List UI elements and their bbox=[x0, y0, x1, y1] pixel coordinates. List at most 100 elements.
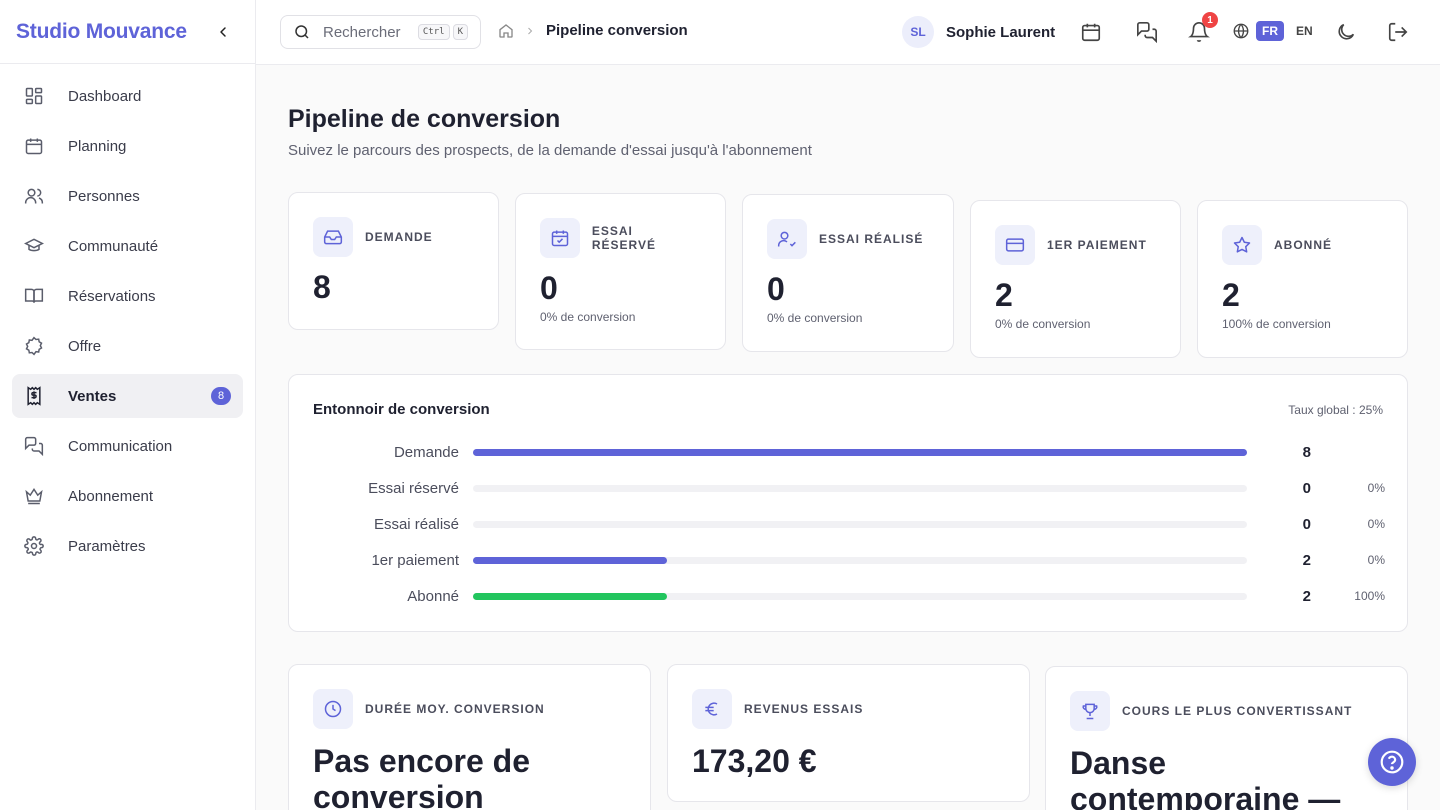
dashboard-icon bbox=[25, 87, 43, 105]
page-title: Pipeline de conversion bbox=[288, 105, 561, 133]
funnel-row-label: 1er paiement bbox=[371, 552, 459, 569]
kpi-subtext: 0% de conversion bbox=[540, 310, 636, 324]
funnel-row-percent: 0% bbox=[1367, 553, 1385, 567]
sidebar-nav: Dashboard Planning Personnes Communauté … bbox=[0, 64, 255, 584]
kpi-card-demande[interactable]: Demande 8 bbox=[288, 192, 499, 330]
stat-card-duree-conversion[interactable]: Durée moy. conversion Pas encore de conv… bbox=[288, 664, 651, 810]
notification-badge: 1 bbox=[1202, 12, 1218, 28]
funnel-bar-fill bbox=[473, 557, 667, 564]
funnel-row-label: Demande bbox=[393, 444, 459, 461]
user-name: Sophie Laurent bbox=[946, 23, 1056, 41]
funnel-row-label: Essai réservé bbox=[368, 480, 459, 497]
funnel-row-percent: 0% bbox=[1367, 517, 1385, 531]
sidebar-item-dashboard[interactable]: Dashboard bbox=[12, 74, 243, 118]
euro-icon bbox=[692, 689, 732, 729]
stat-card-revenus-essais[interactable]: Revenus essais 173,20 € bbox=[667, 664, 1030, 802]
topbar: Rechercher Ctrl K Pipeline conversion SL… bbox=[256, 0, 1440, 65]
kpi-subtext: 100% de conversion bbox=[1222, 317, 1331, 331]
kpi-label: 1er paiement bbox=[1047, 238, 1147, 252]
kpi-card-essai-realise[interactable]: Essai réalisé 0 0% de conversion bbox=[742, 194, 954, 352]
globe-icon bbox=[1233, 23, 1249, 39]
lang-fr-button[interactable]: FR bbox=[1256, 21, 1284, 41]
sidebar-item-communaute[interactable]: Communauté bbox=[12, 224, 243, 268]
sidebar-count-badge: 8 bbox=[211, 387, 231, 405]
funnel-bar-track bbox=[473, 521, 1247, 528]
badge-icon bbox=[25, 336, 43, 356]
chevron-left-icon bbox=[220, 26, 226, 37]
funnel-row-count: 2 bbox=[1302, 552, 1311, 569]
stat-value: Pas encore de conversion bbox=[313, 743, 530, 810]
funnel-row: Essai réalisé 0 0% bbox=[289, 515, 1409, 535]
funnel-row: Essai réservé 0 0% bbox=[289, 479, 1409, 499]
sidebar-item-ventes[interactable]: Ventes 8 bbox=[12, 374, 243, 418]
brand-name[interactable]: Studio Mouvance bbox=[16, 20, 187, 44]
main-content: Pipeline de conversion Suivez le parcour… bbox=[256, 65, 1440, 810]
kpi-subtext: 0% de conversion bbox=[767, 311, 863, 325]
moon-icon[interactable] bbox=[1335, 21, 1357, 43]
stat-card-cours-convertissant[interactable]: Cours le plus convertissant Danse contem… bbox=[1045, 666, 1408, 810]
funnel-row-count: 0 bbox=[1302, 480, 1311, 497]
clock-icon bbox=[313, 689, 353, 729]
sidebar-item-label: Planning bbox=[68, 137, 127, 155]
kpi-value: 0 bbox=[540, 270, 558, 306]
funnel-row: Demande 8 bbox=[289, 443, 1409, 463]
home-icon[interactable] bbox=[498, 23, 514, 39]
kpi-value: 2 bbox=[1222, 277, 1240, 313]
funnel-row-percent: 0% bbox=[1367, 481, 1385, 495]
graduation-cap-icon bbox=[24, 238, 44, 252]
stat-label: Durée moy. conversion bbox=[365, 702, 545, 716]
funnel-bar-track bbox=[473, 485, 1247, 492]
search-input[interactable]: Rechercher Ctrl K bbox=[280, 15, 481, 49]
sidebar-item-label: Abonnement bbox=[68, 487, 154, 505]
kpi-card-essai-reserve[interactable]: Essai réservé 0 0% de conversion bbox=[515, 193, 726, 350]
messages-icon[interactable] bbox=[1136, 21, 1158, 43]
kpi-label: Demande bbox=[365, 230, 433, 244]
funnel-global-rate: Taux global : 25% bbox=[1288, 403, 1383, 417]
sidebar-item-communication[interactable]: Communication bbox=[12, 424, 243, 468]
kpi-value: 8 bbox=[313, 269, 331, 305]
credit-card-icon bbox=[995, 225, 1035, 265]
crown-icon bbox=[25, 487, 43, 505]
kpi-label: Essai réservé bbox=[591, 224, 657, 252]
sidebar-item-parametres[interactable]: Paramètres bbox=[12, 524, 243, 568]
funnel-row-label: Essai réalisé bbox=[373, 516, 459, 533]
sidebar-item-planning[interactable]: Planning bbox=[12, 124, 243, 168]
book-open-icon bbox=[24, 288, 44, 303]
sidebar: Studio Mouvance Dashboard Planning Perso… bbox=[0, 0, 256, 810]
lang-en-button[interactable]: EN bbox=[1290, 21, 1319, 41]
calendar-icon[interactable] bbox=[1080, 21, 1102, 43]
kpi-label: Essai réalisé bbox=[819, 232, 924, 246]
kpi-label: Abonné bbox=[1274, 238, 1333, 252]
funnel-row-count: 2 bbox=[1302, 588, 1311, 605]
conversion-funnel: Entonnoir de conversion Taux global : 25… bbox=[288, 374, 1408, 632]
sidebar-item-personnes[interactable]: Personnes bbox=[12, 174, 243, 218]
brand-header: Studio Mouvance bbox=[0, 0, 255, 64]
kpi-card-premier-paiement[interactable]: 1er paiement 2 0% de conversion bbox=[970, 200, 1181, 358]
funnel-row: Abonné 2 100% bbox=[289, 587, 1409, 607]
funnel-row-percent: 100% bbox=[1354, 589, 1385, 603]
receipt-icon bbox=[27, 386, 41, 406]
search-placeholder: Rechercher bbox=[323, 23, 401, 41]
funnel-title: Entonnoir de conversion bbox=[313, 401, 490, 418]
sidebar-item-label: Communauté bbox=[68, 237, 159, 255]
collapse-sidebar-button[interactable] bbox=[211, 20, 235, 44]
sidebar-item-reservations[interactable]: Réservations bbox=[12, 274, 243, 318]
sidebar-item-label: Personnes bbox=[68, 187, 140, 205]
sidebar-item-abonnement[interactable]: Abonnement bbox=[12, 474, 243, 518]
funnel-row-count: 8 bbox=[1302, 444, 1311, 461]
user-menu[interactable]: SL Sophie Laurent bbox=[902, 16, 1055, 48]
search-icon bbox=[295, 25, 309, 39]
language-switcher: FR EN bbox=[1232, 21, 1319, 41]
help-icon bbox=[1380, 750, 1404, 774]
calendar-check-icon bbox=[540, 218, 580, 258]
help-button[interactable] bbox=[1368, 738, 1416, 786]
stat-value: Danse contemporaine — bbox=[1070, 745, 1341, 810]
logout-icon[interactable] bbox=[1387, 21, 1409, 43]
kpi-card-abonne[interactable]: Abonné 2 100% de conversion bbox=[1197, 200, 1408, 358]
funnel-row-count: 0 bbox=[1302, 516, 1311, 533]
messages-icon bbox=[24, 436, 44, 456]
chevron-right-icon bbox=[528, 27, 533, 34]
kpi-value: 0 bbox=[767, 271, 785, 307]
sidebar-item-offre[interactable]: Offre bbox=[12, 324, 243, 368]
star-icon bbox=[1222, 225, 1262, 265]
